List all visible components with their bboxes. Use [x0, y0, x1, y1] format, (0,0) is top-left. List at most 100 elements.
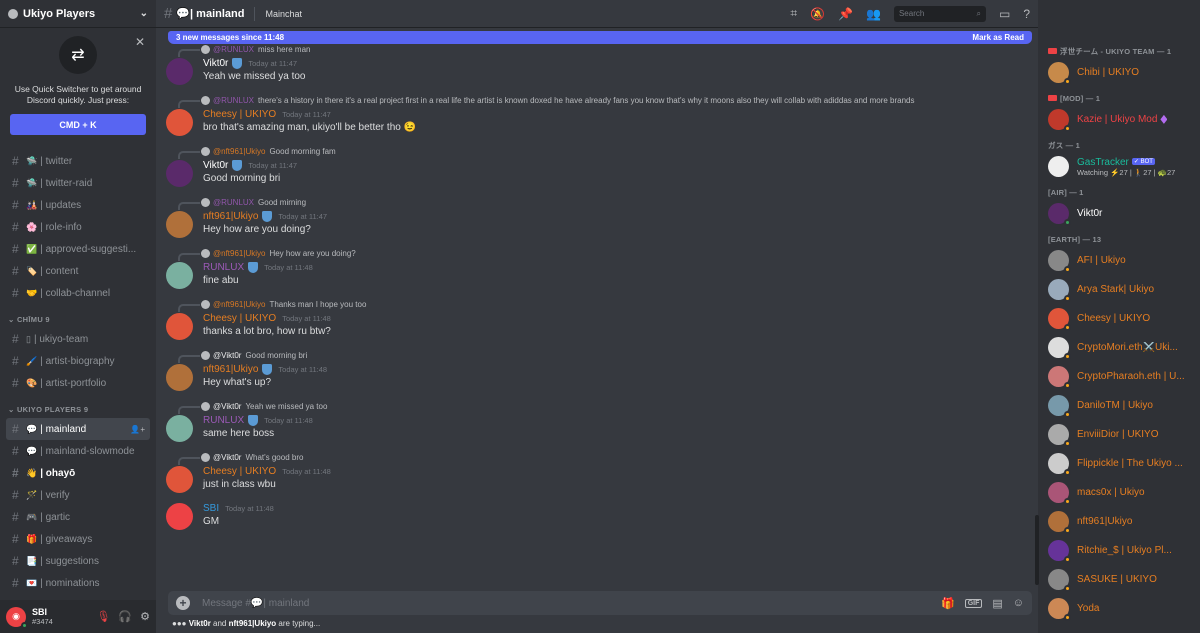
quick-switcher-button[interactable]: CMD + K: [10, 114, 146, 135]
member-category-air: [AIR] — 1: [1048, 187, 1084, 197]
member-item[interactable]: Arya Stark| Ukiyo: [1048, 275, 1200, 304]
member-item[interactable]: macs0x | Ukiyo: [1048, 478, 1200, 507]
reply-preview[interactable]: @nft961|Ukiyo Good morning fam: [178, 144, 1022, 159]
member-name: nft961|Ukiyo: [1077, 516, 1197, 527]
member-item[interactable]: Cheesy | UKIYO: [1048, 304, 1200, 333]
category-chimu[interactable]: ⌄ CHĪMU 9: [0, 310, 156, 328]
member-item[interactable]: GasTracker ✓ BOT Watching ⚡27 | 🚶27 | 🐢27: [1048, 152, 1200, 181]
sticker-icon[interactable]: ▤: [992, 597, 1002, 610]
member-item[interactable]: Vikt0r: [1048, 199, 1200, 228]
channel-item[interactable]: # 🖌️ | artist-biography: [6, 350, 150, 372]
author-name[interactable]: Vikt0r: [203, 58, 228, 69]
category-ukiyo-players[interactable]: ⌄ UKIYO PLAYERS 9: [0, 400, 156, 418]
avatar[interactable]: [166, 109, 193, 136]
channel-item[interactable]: # ▯ | ukiyo-team: [6, 328, 150, 350]
timestamp: Today at 11:47: [248, 160, 298, 170]
notification-mute-icon[interactable]: 🔕: [810, 7, 825, 21]
role-icon: [1048, 48, 1057, 54]
channel-item[interactable]: # 🪄 | verify: [6, 484, 150, 506]
channel-item[interactable]: # 🤝 | collab-channel: [6, 282, 150, 304]
member-list-icon[interactable]: 👥: [866, 7, 881, 21]
channel-item[interactable]: # 🌸 | role-info: [6, 216, 150, 238]
hash-icon: #: [12, 466, 19, 480]
help-icon[interactable]: ?: [1023, 7, 1030, 21]
mark-as-read-button[interactable]: Mark as Read: [972, 33, 1024, 42]
reply-preview[interactable]: @RUNLUX there's a history in there it's a…: [178, 93, 1022, 108]
member-item[interactable]: AFI | Ukiyo: [1048, 246, 1200, 275]
gear-icon[interactable]: ⚙: [140, 610, 150, 623]
add-user-icon[interactable]: 👤+: [130, 425, 145, 434]
channel-topic[interactable]: Mainchat: [265, 9, 302, 19]
member-item[interactable]: Yoda: [1048, 594, 1200, 623]
author-name[interactable]: Cheesy | UKIYO: [203, 466, 276, 477]
avatar[interactable]: [166, 415, 193, 442]
avatar[interactable]: [166, 313, 193, 340]
member-item[interactable]: SASUKE | UKIYO: [1048, 565, 1200, 594]
channel-item[interactable]: # ✅ | approved-suggesti...: [6, 238, 150, 260]
channel-item[interactable]: # 🛸 | twitter-raid: [6, 172, 150, 194]
reply-preview[interactable]: @nft961|Ukiyo Thanks man I hope you too: [178, 297, 1022, 312]
avatar[interactable]: [166, 160, 193, 187]
message-input[interactable]: Message #💬| mainland: [202, 598, 309, 609]
mic-muted-icon[interactable]: 🎙: [96, 610, 110, 623]
member-item[interactable]: Chibi | UKIYO: [1048, 58, 1200, 87]
avatar[interactable]: [166, 262, 193, 289]
channel-item[interactable]: # 💌 | nominations: [6, 572, 150, 594]
chevron-down-icon[interactable]: ⌄: [140, 8, 148, 19]
inbox-icon[interactable]: ▭: [999, 7, 1010, 21]
avatar[interactable]: [166, 466, 193, 493]
author-name[interactable]: RUNLUX: [203, 262, 244, 273]
channel-item[interactable]: # 💬 | mainland 👤+: [6, 418, 150, 440]
close-icon[interactable]: ✕: [135, 35, 145, 49]
member-item[interactable]: Kazie | Ukiyo Mod: [1048, 105, 1200, 134]
author-name[interactable]: nft961|Ukiyo: [203, 364, 258, 375]
gif-icon[interactable]: GIF: [964, 598, 983, 608]
channel-item[interactable]: # 🎨 | artist-portfolio: [6, 372, 150, 394]
channel-item[interactable]: # 🎮 | gartic: [6, 506, 150, 528]
pin-icon[interactable]: 📌: [838, 7, 853, 21]
new-messages-banner[interactable]: 3 new messages since 11:48 Mark as Read: [168, 31, 1032, 44]
member-item[interactable]: Ritchie_$ | Ukiyo Pl...: [1048, 536, 1200, 565]
search-input[interactable]: Search ⌕: [893, 5, 986, 22]
avatar[interactable]: ◉: [6, 606, 28, 629]
message-content: GM: [203, 516, 220, 527]
author-name[interactable]: Vikt0r: [203, 160, 228, 171]
channel-item[interactable]: # 📑 | suggestions: [6, 550, 150, 572]
member-item[interactable]: DaniloTM | Ukiyo: [1048, 391, 1200, 420]
plus-icon[interactable]: +: [176, 596, 190, 610]
avatar[interactable]: [166, 364, 193, 391]
emoji-icon[interactable]: ☺: [1013, 597, 1024, 609]
member-item[interactable]: EnviiiDior | UKIYO: [1048, 420, 1200, 449]
threads-icon[interactable]: ⌗: [790, 6, 797, 21]
reply-preview[interactable]: @RUNLUX Good mirning: [178, 195, 1022, 210]
headphones-icon[interactable]: 🎧: [118, 610, 132, 623]
member-item[interactable]: CryptoMori.eth⚔️Uki...: [1048, 333, 1200, 362]
reply-preview[interactable]: @Vikt0r What's good bro: [178, 450, 1022, 465]
reply-preview[interactable]: @RUNLUX miss here man: [178, 42, 1022, 57]
member-item[interactable]: CryptoPharaoh.eth | U...: [1048, 362, 1200, 391]
message-composer[interactable]: + Message #💬| mainland 🎁 GIF ▤ ☺: [168, 591, 1032, 615]
reply-preview[interactable]: @nft961|Ukiyo Hey how are you doing?: [178, 246, 1022, 261]
gift-icon[interactable]: 🎁: [941, 597, 955, 610]
avatar[interactable]: [166, 58, 193, 85]
reply-preview[interactable]: @Vikt0r Yeah we missed ya too: [178, 399, 1022, 414]
author-name[interactable]: SBI: [203, 503, 219, 514]
reply-preview[interactable]: @Vikt0r Good morning bri: [178, 348, 1022, 363]
scrollbar[interactable]: [1035, 515, 1039, 585]
channel-item[interactable]: # 🎁 | giveaways: [6, 528, 150, 550]
timestamp: Today at 11:48: [264, 415, 313, 425]
member-item[interactable]: nft961|Ukiyo: [1048, 507, 1200, 536]
author-name[interactable]: RUNLUX: [203, 415, 244, 426]
author-name[interactable]: Cheesy | UKIYO: [203, 109, 276, 120]
author-name[interactable]: Cheesy | UKIYO: [203, 313, 276, 324]
channel-item[interactable]: # 💬 | mainland-slowmode: [6, 440, 150, 462]
channel-item[interactable]: # 🛸 | twitter: [6, 150, 150, 172]
member-item[interactable]: Flippickle | The Ukiyo ...: [1048, 449, 1200, 478]
channel-item[interactable]: # 👋 | ohayō: [6, 462, 150, 484]
avatar[interactable]: [166, 211, 193, 238]
channel-item[interactable]: # 🏷️ | content: [6, 260, 150, 282]
avatar[interactable]: [166, 503, 193, 530]
server-header[interactable]: Ukiyo Players ⌄: [0, 0, 156, 28]
channel-item[interactable]: # 🎎 | updates: [6, 194, 150, 216]
author-name[interactable]: nft961|Ukiyo: [203, 211, 258, 222]
